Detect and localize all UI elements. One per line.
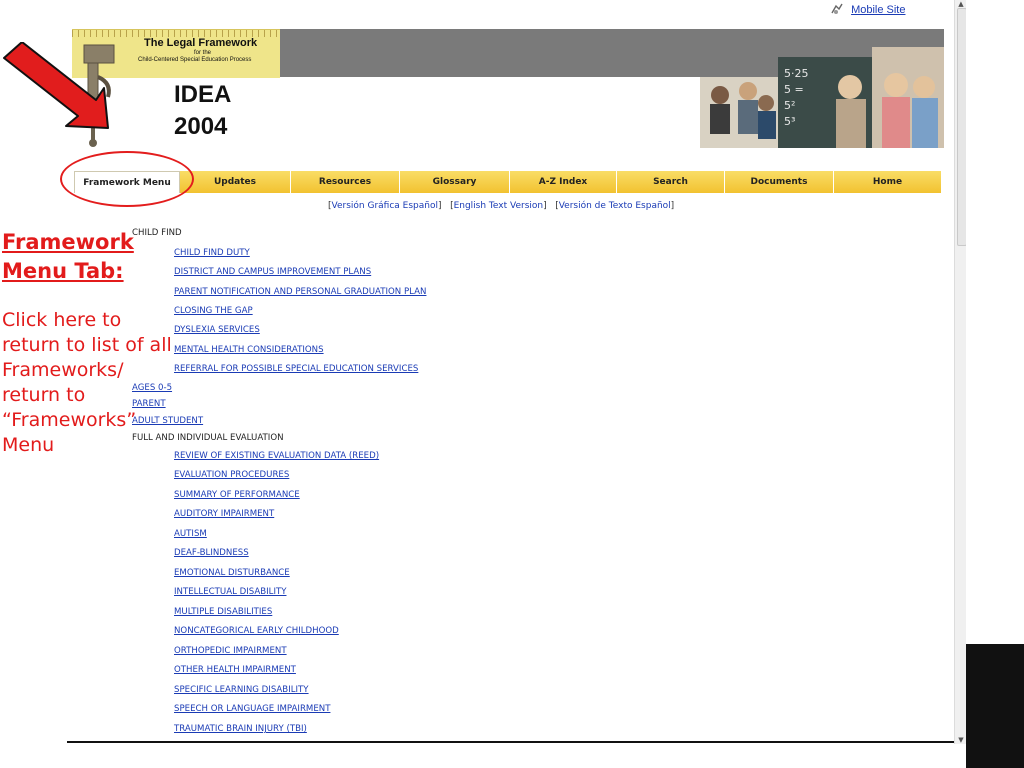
logo-subtitle-for: for the	[194, 50, 212, 56]
logo-title: The Legal Framework	[144, 37, 258, 49]
svg-text:5 =: 5 =	[784, 83, 804, 96]
list-item[interactable]: NONCATEGORICAL EARLY CHILDHOOD	[174, 626, 339, 636]
tab-home[interactable]: Home	[834, 171, 942, 193]
mobile-icon	[830, 3, 844, 15]
list-item[interactable]: OTHER HEALTH IMPAIRMENT	[174, 665, 296, 675]
list-item[interactable]: SUMMARY OF PERFORMANCE	[174, 490, 300, 500]
list-item[interactable]: DEAF-BLINDNESS	[174, 548, 249, 558]
window-edge	[966, 0, 1024, 768]
list-item[interactable]: SPEECH OR LANGUAGE IMPAIRMENT	[174, 704, 330, 714]
bottom-divider	[67, 741, 955, 743]
english-text-link[interactable]: English Text Version	[454, 201, 544, 211]
tab-glossary[interactable]: Glossary	[400, 171, 510, 193]
list-item[interactable]: EVALUATION PROCEDURES	[174, 470, 289, 480]
callout-title-line-2: Menu Tab:	[2, 259, 124, 283]
list-item[interactable]: AUDITORY IMPAIRMENT	[174, 509, 274, 519]
language-links: [Versión Gráfica Español] [English Text …	[328, 201, 675, 211]
list-item[interactable]: REFERRAL FOR POSSIBLE SPECIAL EDUCATION …	[174, 364, 418, 374]
list-item[interactable]: ORTHOPEDIC IMPAIRMENT	[174, 646, 287, 656]
tab-updates[interactable]: Updates	[180, 171, 291, 193]
callout-title-line-1: Framework	[2, 230, 134, 254]
svg-text:5·25: 5·25	[784, 67, 809, 80]
list-item[interactable]: REVIEW OF EXISTING EVALUATION DATA (REED…	[174, 451, 379, 461]
tab-a-z-index[interactable]: A-Z Index	[510, 171, 617, 193]
list-item[interactable]: DYSLEXIA SERVICES	[174, 325, 260, 335]
main-nav: Framework Menu Updates Resources Glossar…	[74, 171, 942, 193]
logo-subtitle: Child-Centered Special Education Process	[138, 57, 252, 63]
list-item[interactable]: SPECIFIC LEARNING DISABILITY	[174, 685, 309, 695]
callout-body: Click here to return to list of all Fram…	[2, 309, 172, 456]
mobile-site-link-container[interactable]: Mobile Site	[830, 3, 905, 16]
site-banner: The Legal Framework for the Child-Center…	[72, 29, 944, 148]
graphic-spanish-link[interactable]: Versión Gráfica Español	[332, 201, 438, 211]
tab-search[interactable]: Search	[617, 171, 725, 193]
highlight-oval	[60, 151, 194, 207]
list-item[interactable]: CHILD FIND DUTY	[174, 248, 250, 258]
mobile-site-link[interactable]: Mobile Site	[851, 4, 905, 16]
tab-documents[interactable]: Documents	[725, 171, 834, 193]
idea-line-2: 2004	[174, 113, 228, 140]
red-arrow-icon	[3, 42, 109, 129]
list-item[interactable]: AUTISM	[174, 529, 207, 539]
list-item[interactable]: TRAUMATIC BRAIN INJURY (TBI)	[174, 724, 307, 734]
idea-2004-heading: IDEA 2004	[174, 79, 231, 143]
tab-resources[interactable]: Resources	[291, 171, 400, 193]
list-item[interactable]: DISTRICT AND CAMPUS IMPROVEMENT PLANS	[174, 267, 371, 277]
list-item[interactable]: PARENT NOTIFICATION AND PERSONAL GRADUAT…	[174, 287, 426, 297]
svg-text:5²: 5²	[784, 99, 795, 112]
annotation-callout: Framework Menu Tab: Click here to return…	[2, 228, 174, 458]
list-item[interactable]: EMOTIONAL DISTURBANCE	[174, 568, 290, 578]
list-item[interactable]: INTELLECTUAL DISABILITY	[174, 587, 286, 597]
list-item[interactable]: MULTIPLE DISABILITIES	[174, 607, 272, 617]
students-photo: 5·25 5 = 5² 5³	[700, 47, 944, 148]
list-item[interactable]: CLOSING THE GAP	[174, 306, 253, 316]
ruler-decoration	[72, 30, 280, 37]
svg-text:5³: 5³	[784, 115, 795, 128]
list-item[interactable]: MENTAL HEALTH CONSIDERATIONS	[174, 345, 324, 355]
idea-line-1: IDEA	[174, 81, 232, 108]
spanish-text-link[interactable]: Versión de Texto Español	[559, 201, 671, 211]
dark-corner	[966, 644, 1024, 768]
